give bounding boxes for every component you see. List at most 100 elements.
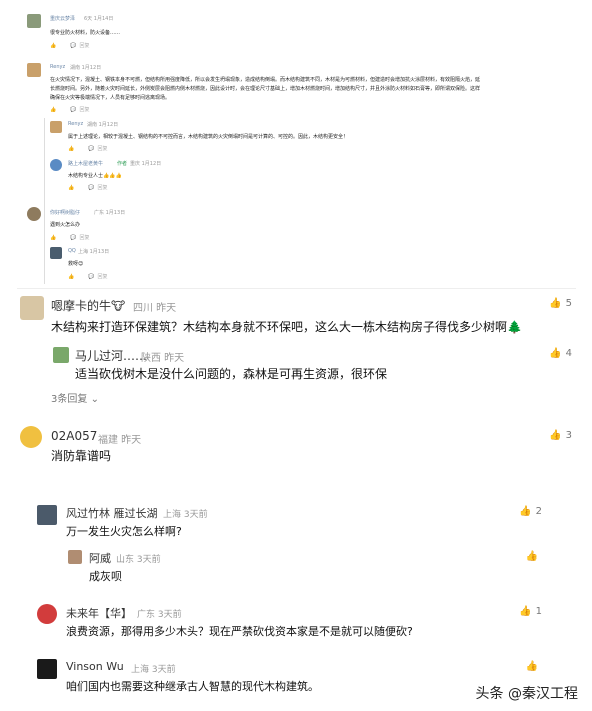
comment-text: 遇到火怎么办: [50, 222, 81, 228]
like-button[interactable]: 👍: [526, 551, 542, 562]
commenter-name[interactable]: 阿威: [89, 550, 111, 566]
more-replies-label: 3条回复: [51, 394, 88, 405]
chevron-down-icon: ⌄: [90, 394, 99, 405]
comment-meta: 广东 1月13日: [94, 210, 126, 216]
avatar[interactable]: [37, 604, 57, 624]
avatar[interactable]: [68, 550, 82, 564]
comment-text: 很专业防火材料，防火设备……: [50, 30, 121, 36]
more-replies-link[interactable]: 3条回复 ⌄: [51, 390, 99, 405]
comment-actions: 👍 💬 回复: [68, 184, 107, 192]
thumb-up-icon: 👍: [519, 506, 532, 517]
like-icon[interactable]: 👍: [50, 43, 56, 49]
thumb-up-icon: 👍: [549, 430, 562, 441]
comment-meta: 湖南 1月12日: [87, 122, 119, 128]
comment-text: 木结构专业人士👍👍👍: [68, 173, 122, 179]
like-button[interactable]: 👍 2: [519, 506, 542, 517]
thumb-up-icon: 👍: [549, 298, 562, 309]
avatar[interactable]: [37, 505, 57, 525]
like-button[interactable]: 👍 1: [519, 606, 542, 617]
reply-thread-line: [44, 118, 45, 284]
like-count: 3: [565, 430, 572, 441]
reply-button[interactable]: 💬 回复: [88, 145, 108, 153]
commenter-name[interactable]: 风过竹林 雁过长湖: [66, 505, 158, 521]
reply-button[interactable]: 💬 回复: [88, 273, 108, 281]
avatar[interactable]: [50, 247, 62, 259]
cow-icon: 🐮: [111, 299, 126, 313]
reply-label: 回复: [79, 235, 90, 241]
reply-label: 回复: [97, 146, 108, 152]
like-count: 1: [535, 606, 542, 617]
reply-label: 回复: [97, 274, 108, 280]
like-button[interactable]: 👍 4: [549, 348, 572, 359]
comment-text: 咱们国内也需要这种继承古人智慧的现代木构建筑。: [66, 680, 319, 693]
reply-button[interactable]: 💬 回复: [88, 184, 107, 192]
avatar[interactable]: [50, 159, 62, 171]
comment-actions: 👍 💬 回复: [50, 42, 90, 50]
thumb-up-icon: 👍: [519, 606, 532, 617]
comment-text: 成灰呗: [89, 570, 122, 583]
comment-meta: 陕西 昨天: [141, 353, 185, 364]
like-count: 4: [565, 348, 572, 359]
reply-button[interactable]: 💬 回复: [70, 42, 90, 50]
comment-text: 木结构来打造环保建筑？木结构本身就不环保吧，这么大一栋木结构房子得伐多少树啊🌲: [51, 320, 522, 334]
divider: [17, 288, 576, 289]
like-button[interactable]: 👍 3: [549, 430, 572, 441]
watermark: 头条 @秦汉工程: [475, 686, 578, 702]
comment-text: 救呀😊: [68, 261, 84, 267]
commenter-name[interactable]: QQ: [68, 248, 76, 254]
comment-text-line: 在火灾情况下，混凝土、钢铁本身不可燃，但结构所用强度降低，所以会发生坍塌现象，造…: [50, 77, 481, 83]
comment-text: 浪费资源，那得用多少木头？现在严禁砍伐资本家是不是就可以随便砍?: [66, 625, 413, 638]
reply-label: 回复: [79, 107, 90, 113]
commenter-name[interactable]: Renyz: [50, 64, 65, 70]
comment-text-line: 确保在火灾等极端情况下，人员有足够时间逃离现场。: [50, 95, 171, 101]
commenter-name[interactable]: Vinson Wu: [66, 660, 124, 673]
commenter-name[interactable]: Renyz: [68, 121, 83, 127]
like-icon[interactable]: 👍: [68, 274, 74, 280]
like-button[interactable]: 👍 5: [549, 298, 572, 309]
commenter-name[interactable]: 未来年【华】: [66, 605, 132, 621]
avatar[interactable]: [53, 347, 69, 363]
comment-meta: 广东 3天前: [137, 610, 182, 620]
avatar[interactable]: [20, 426, 42, 448]
author-badge: 作者: [117, 161, 128, 167]
like-icon[interactable]: 👍: [50, 107, 56, 113]
comment-actions: 👍 💬 回复: [50, 234, 90, 242]
comment-meta: 福建 昨天: [98, 435, 142, 446]
comment-meta: 6天 1月14日: [84, 16, 114, 22]
avatar[interactable]: [27, 14, 41, 28]
commenter-name[interactable]: 重庆云梦泽: [50, 15, 75, 22]
commenter-name[interactable]: 嗯摩卡的牛🐮: [51, 297, 125, 314]
commenter-name[interactable]: 路上木屋老黄牛: [68, 160, 103, 167]
commenter-name[interactable]: 马儿过河……: [75, 347, 147, 364]
avatar[interactable]: [27, 207, 41, 221]
like-icon[interactable]: 👍: [68, 146, 74, 152]
avatar[interactable]: [37, 659, 57, 679]
reply-label: 回复: [79, 43, 90, 49]
comment-meta: 山东 3天前: [116, 555, 161, 565]
like-count: 2: [535, 506, 542, 517]
comment-actions: 👍 💬 回复: [68, 145, 108, 153]
like-icon[interactable]: 👍: [50, 235, 56, 241]
comment-text: 万一发生火灾怎么样啊?: [66, 525, 182, 538]
like-button[interactable]: 👍: [526, 661, 542, 672]
thumb-up-icon: 👍: [525, 551, 538, 562]
comment-meta: 上海 1月13日: [78, 249, 110, 255]
comment-meta: 重庆 1月12日: [130, 161, 162, 167]
avatar[interactable]: [27, 63, 41, 77]
like-icon[interactable]: 👍: [68, 185, 74, 191]
avatar[interactable]: [50, 121, 62, 133]
thumb-up-icon: 👍: [525, 661, 538, 672]
comment-meta: 湖南 1月12日: [70, 65, 102, 71]
reply-button[interactable]: 💬 回复: [70, 234, 90, 242]
reply-button[interactable]: 💬 回复: [70, 106, 90, 114]
avatar[interactable]: [20, 296, 44, 320]
comment-actions: 👍 💬 回复: [50, 106, 90, 114]
comment-meta: 上海 3天前: [131, 665, 176, 675]
comment-meta: 上海 3天前: [163, 510, 208, 520]
thumb-up-icon: 👍: [549, 348, 562, 359]
commenter-name[interactable]: 02A057: [51, 429, 97, 443]
like-count: 5: [565, 298, 572, 309]
commenter-name[interactable]: 你好啊树脂仔: [50, 209, 80, 216]
comment-text-line: 长燃烧时间。另外，随着火灾时间延长，外侧炭层会阻燃内侧木材燃烧，因此设计时，会在…: [50, 86, 481, 92]
comment-text: 适当砍伐树木是没什么问题的，森林是可再生资源，很环保: [75, 367, 388, 381]
